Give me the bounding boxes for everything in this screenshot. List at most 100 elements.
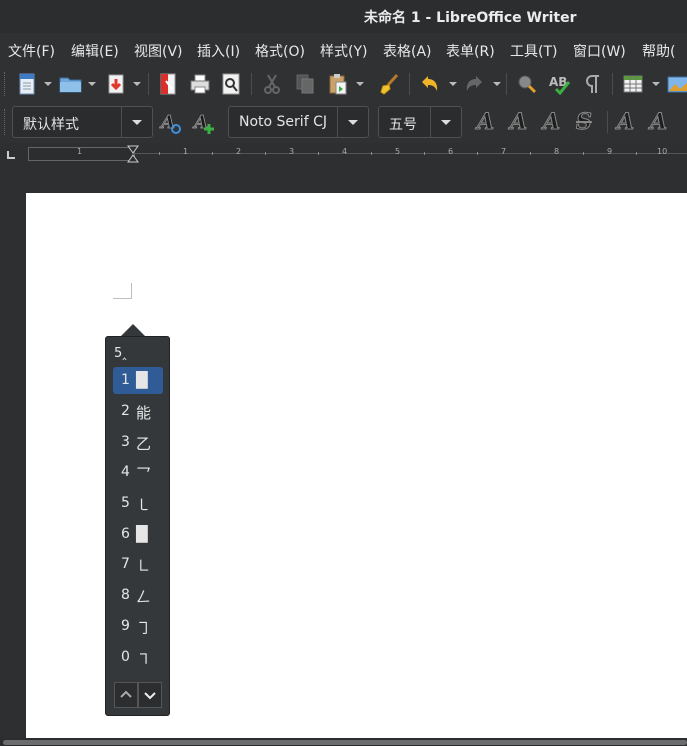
find-replace-button[interactable] bbox=[514, 71, 540, 97]
toolbar-separator bbox=[607, 111, 608, 133]
chevron-down-icon[interactable] bbox=[337, 107, 368, 137]
candidate-number: 9 bbox=[121, 618, 130, 634]
export-pdf-button[interactable] bbox=[155, 71, 181, 97]
candidate-item[interactable]: 2 能 bbox=[113, 398, 163, 425]
candidate-item[interactable]: 6 █ bbox=[113, 521, 163, 548]
candidate-char: ㇄ bbox=[136, 496, 152, 514]
font-size-combo[interactable]: 五号 bbox=[378, 106, 462, 138]
new-document-button[interactable] bbox=[14, 71, 40, 97]
candidate-number: 2 bbox=[121, 403, 130, 419]
undo-button[interactable] bbox=[417, 71, 443, 97]
new-dropdown-icon[interactable] bbox=[44, 82, 52, 86]
spelling-button[interactable]: AB bbox=[547, 71, 573, 97]
font-size-value: 五号 bbox=[389, 117, 417, 133]
text-boundary-corner bbox=[113, 283, 132, 299]
scrollbar-thumb[interactable] bbox=[3, 740, 687, 745]
tab-stop-icon bbox=[7, 151, 15, 159]
ruler-number: 7 bbox=[501, 147, 507, 156]
chevron-down-icon bbox=[144, 692, 156, 700]
candidate-number: 1 bbox=[121, 372, 130, 388]
open-button[interactable] bbox=[58, 71, 84, 97]
image-icon bbox=[667, 76, 687, 93]
superscript-icon[interactable]: A bbox=[616, 109, 634, 136]
indent-marker-icon bbox=[127, 145, 139, 163]
candidate-char: ㇕ bbox=[136, 650, 152, 668]
candidate-item[interactable]: 1 █ bbox=[113, 367, 163, 394]
menu-view[interactable]: 视图(V) bbox=[134, 41, 183, 61]
ruler-tick bbox=[159, 152, 160, 155]
ruler-number: 6 bbox=[448, 147, 454, 156]
new-document-icon bbox=[19, 73, 35, 95]
pilcrow-icon bbox=[586, 75, 599, 93]
toolbar-grip[interactable] bbox=[4, 72, 8, 96]
candidate-number: 0 bbox=[121, 649, 130, 665]
font-name-value: Noto Serif CJ bbox=[239, 114, 327, 130]
ruler-tick bbox=[424, 152, 425, 155]
menu-table[interactable]: 表格(A) bbox=[383, 41, 432, 61]
horizontal-scrollbar[interactable] bbox=[0, 738, 687, 746]
underline-icon[interactable]: A bbox=[542, 109, 560, 136]
menu-styles[interactable]: 样式(Y) bbox=[320, 41, 367, 61]
table-dropdown-icon[interactable] bbox=[652, 82, 660, 86]
candidate-item[interactable]: 9 ㇆ bbox=[113, 613, 163, 640]
menu-file[interactable]: 文件(F) bbox=[8, 41, 55, 61]
strikethrough-icon[interactable]: S bbox=[576, 109, 593, 136]
candidate-item[interactable]: 0 ㇕ bbox=[113, 644, 163, 671]
ruler-number: 8 bbox=[554, 147, 560, 156]
cut-button[interactable] bbox=[259, 71, 285, 97]
candidate-number: 7 bbox=[121, 556, 130, 572]
ruler-number: 1 bbox=[183, 147, 189, 156]
insert-image-button[interactable] bbox=[664, 71, 687, 97]
toolbar-separator bbox=[506, 73, 507, 95]
bold-icon[interactable]: A bbox=[476, 109, 494, 136]
open-dropdown-icon[interactable] bbox=[88, 82, 96, 86]
candidate-char: 𠃋 bbox=[136, 588, 152, 606]
horizontal-ruler[interactable]: 1 1 2 3 4 5 6 7 8 9 10 bbox=[0, 143, 687, 165]
candidate-item[interactable]: 5 ㇄ bbox=[113, 490, 163, 517]
candidate-item[interactable]: 7 ㇗ bbox=[113, 551, 163, 578]
copy-button[interactable] bbox=[292, 71, 318, 97]
paragraph-style-combo[interactable]: 默认样式 bbox=[12, 106, 153, 138]
font-name-combo[interactable]: Noto Serif CJ bbox=[228, 106, 369, 138]
subscript-icon[interactable]: A bbox=[649, 109, 667, 136]
save-button[interactable] bbox=[103, 71, 129, 97]
candidate-number: 8 bbox=[121, 587, 130, 603]
menu-format[interactable]: 格式(O) bbox=[255, 41, 305, 61]
redo-button[interactable] bbox=[461, 71, 487, 97]
prev-page-button[interactable] bbox=[114, 682, 138, 708]
menu-tools[interactable]: 工具(T) bbox=[510, 41, 557, 61]
candidate-number: 4 bbox=[121, 464, 130, 480]
ruler-tick bbox=[265, 152, 266, 155]
menu-insert[interactable]: 插入(I) bbox=[197, 41, 240, 61]
print-preview-button[interactable] bbox=[218, 71, 244, 97]
insert-table-button[interactable] bbox=[620, 71, 646, 97]
paste-dropdown-icon[interactable] bbox=[356, 82, 364, 86]
candidate-char: 乙 bbox=[136, 435, 152, 453]
save-dropdown-icon[interactable] bbox=[133, 82, 141, 86]
menu-form[interactable]: 表单(R) bbox=[446, 41, 495, 61]
print-preview-icon bbox=[222, 73, 240, 95]
redo-dropdown-icon[interactable] bbox=[493, 82, 501, 86]
candidate-item[interactable]: 8 𠃋 bbox=[113, 582, 163, 609]
update-style-button[interactable]: A bbox=[158, 110, 184, 136]
candidate-item[interactable]: 3 乙 bbox=[113, 429, 163, 456]
toolbar-grip[interactable] bbox=[4, 109, 8, 135]
menu-edit[interactable]: 编辑(E) bbox=[71, 41, 119, 61]
undo-dropdown-icon[interactable] bbox=[449, 82, 457, 86]
ruler-tick bbox=[477, 152, 478, 155]
chevron-down-icon[interactable] bbox=[121, 107, 152, 137]
new-style-button[interactable]: A bbox=[191, 110, 217, 136]
menu-help[interactable]: 帮助( bbox=[642, 41, 675, 61]
formatting-marks-button[interactable] bbox=[580, 71, 606, 97]
clone-formatting-button[interactable] bbox=[377, 71, 403, 97]
menu-window[interactable]: 窗口(W) bbox=[573, 41, 626, 61]
ruler-number: 5 bbox=[395, 147, 401, 156]
italic-icon[interactable]: A bbox=[509, 109, 527, 136]
candidate-item[interactable]: 4 乛 bbox=[113, 459, 163, 486]
paste-button[interactable] bbox=[325, 71, 351, 97]
next-page-button[interactable] bbox=[138, 682, 162, 708]
print-button[interactable] bbox=[187, 71, 213, 97]
chevron-down-icon[interactable] bbox=[430, 107, 461, 137]
title-bar: 未命名 1 - LibreOffice Writer bbox=[0, 0, 687, 33]
popup-pointer bbox=[121, 324, 145, 336]
